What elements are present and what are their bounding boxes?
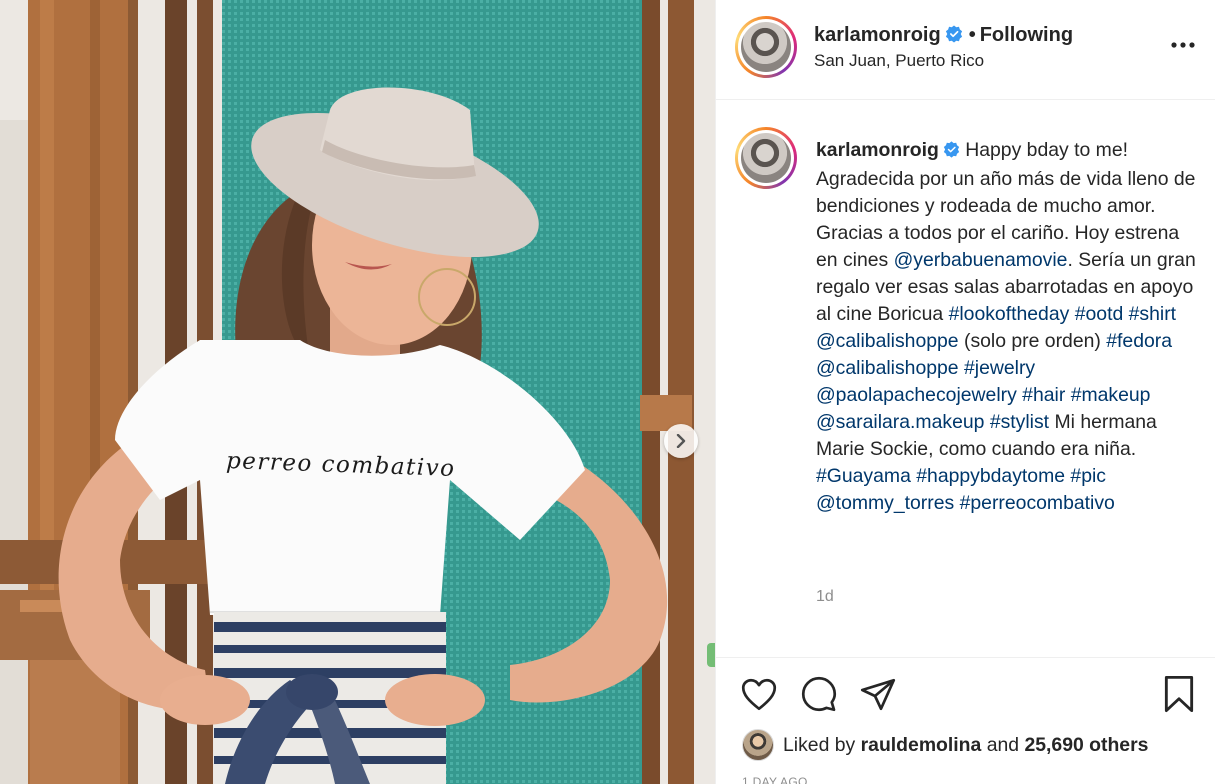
hashtag-link[interactable]: #hair xyxy=(1022,384,1065,406)
author-avatar[interactable] xyxy=(735,16,797,78)
caption-text: (solo pre orden) xyxy=(958,330,1107,352)
next-photo-button[interactable] xyxy=(664,424,698,458)
comment-icon xyxy=(801,676,837,712)
hashtag-link[interactable]: #Guayama xyxy=(816,465,911,487)
heart-icon xyxy=(741,678,777,710)
likes-prefix: Liked by xyxy=(783,733,856,756)
hashtag-link[interactable]: #perreocombativo xyxy=(960,492,1115,514)
following-button[interactable]: Following xyxy=(980,24,1073,46)
mention-link[interactable]: @calibalishoppe xyxy=(816,330,959,352)
hashtag-link[interactable]: #stylist xyxy=(990,411,1049,433)
likes-mid: and xyxy=(986,733,1020,756)
mention-link[interactable]: @calibalishoppe xyxy=(816,357,959,379)
location-link[interactable]: San Juan, Puerto Rico xyxy=(814,51,984,71)
comments-area: karlamonroig Happy bday to me! Agradecid… xyxy=(716,101,1215,646)
more-options-icon xyxy=(1171,42,1195,48)
hashtag-link[interactable]: #makeup xyxy=(1071,384,1151,406)
caption-time-ago: 1d xyxy=(816,588,834,605)
mention-link[interactable]: @sarailara.makeup xyxy=(816,411,984,433)
liker-avatar xyxy=(742,729,774,761)
mention-link[interactable]: @paolapachecojewelry xyxy=(816,384,1017,406)
author-username-link[interactable]: karlamonroig xyxy=(814,24,941,46)
hashtag-link[interactable]: #shirt xyxy=(1129,303,1176,325)
hashtag-link[interactable]: #fedora xyxy=(1106,330,1172,352)
likes-count-link[interactable]: 25,690 others xyxy=(1024,734,1148,757)
author-line: karlamonroig • Following xyxy=(814,24,1073,49)
photo-illustration xyxy=(0,0,715,784)
more-options-button[interactable] xyxy=(1168,30,1198,60)
caption-author-avatar[interactable] xyxy=(735,127,797,189)
bookmark-icon xyxy=(1164,675,1194,713)
share-button[interactable] xyxy=(858,674,898,714)
save-button[interactable] xyxy=(1159,674,1199,714)
post-caption: karlamonroig Happy bday to me! Agradecid… xyxy=(816,137,1201,517)
post-detail-panel: karlamonroig • Following San Juan, Puerto … xyxy=(715,0,1215,784)
separator-dot: • xyxy=(968,24,976,46)
post-photo[interactable]: perreo combativo xyxy=(0,0,715,784)
liker-username-link[interactable]: rauldemolina xyxy=(861,734,982,757)
like-button[interactable] xyxy=(739,674,779,714)
hashtag-link[interactable]: #lookoftheday xyxy=(949,303,1070,325)
hashtag-link[interactable]: #pic xyxy=(1070,465,1106,487)
mention-link[interactable]: @yerbabuenamovie xyxy=(894,249,1068,271)
hashtag-link[interactable]: #ootd xyxy=(1075,303,1124,325)
chevron-right-icon xyxy=(676,434,686,448)
comment-button[interactable] xyxy=(799,674,839,714)
photo-edge-indicator xyxy=(707,643,715,667)
hashtag-link[interactable]: #jewelry xyxy=(964,357,1035,379)
post-header: karlamonroig • Following San Juan, Puerto … xyxy=(716,0,1215,100)
verified-badge-icon xyxy=(943,139,960,166)
post-date: 1 DAY AGO xyxy=(742,775,808,784)
post-actions: Liked by rauldemolina and 25,690 others … xyxy=(716,657,1215,784)
hashtag-link[interactable]: #happybdaytome xyxy=(916,465,1065,487)
verified-badge-icon xyxy=(945,25,963,49)
share-icon xyxy=(860,678,896,710)
likes-summary: Liked by rauldemolina and 25,690 others xyxy=(742,729,1148,761)
caption-username-link[interactable]: karlamonroig xyxy=(816,139,939,161)
mention-link[interactable]: @tommy_torres xyxy=(816,492,954,514)
